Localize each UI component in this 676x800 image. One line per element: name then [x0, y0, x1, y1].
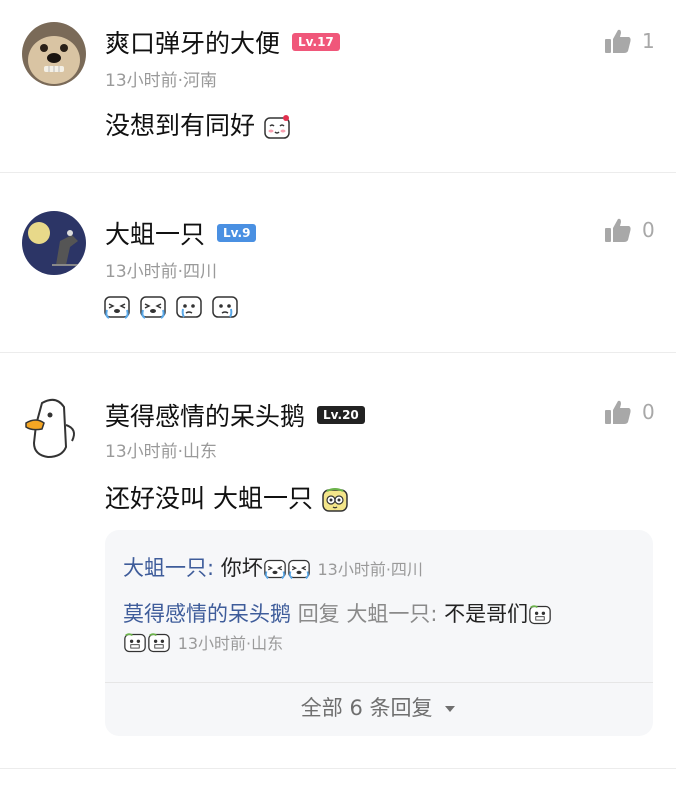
reply-item[interactable]: 莫得感情的呆头鹅 回复 大蛆一只: 不是哥们: [123, 598, 552, 628]
like-button[interactable]: 1: [604, 28, 655, 54]
comment-text: [103, 291, 239, 320]
username-text[interactable]: 莫得感情的呆头鹅: [105, 402, 305, 431]
username-text[interactable]: 爽口弹牙的大便: [105, 29, 280, 58]
grimace-sticker-icon: [148, 633, 170, 653]
view-all-replies-button[interactable]: 全部 6 条回复: [105, 692, 653, 722]
username-text[interactable]: 大蛆一只: [105, 220, 205, 249]
goofy-sticker-icon: [322, 488, 348, 512]
username[interactable]: 爽口弹牙的大便 Lv.17: [105, 24, 340, 60]
comment-meta: 13小时前·河南: [105, 71, 218, 91]
reply-meta: 13小时前·山东: [177, 634, 284, 653]
crying-sticker-icon: [263, 559, 286, 580]
caret-down-icon: [445, 706, 456, 712]
username[interactable]: 大蛆一只 Lv.9: [105, 215, 257, 251]
comment-text-content: 还好没叫 大蛆一只: [105, 484, 313, 513]
divider: [0, 768, 676, 769]
reply-item[interactable]: 大蛆一只: 你坏 13小时前·四川: [123, 552, 423, 582]
comment-meta: 13小时前·四川: [105, 262, 218, 282]
reply-target[interactable]: 大蛆一只:: [346, 602, 437, 626]
sad-sticker-icon: [176, 296, 202, 318]
reply-text: 不是哥们: [444, 602, 529, 626]
comment-item: 爽口弹牙的大便 Lv.17 13小时前·河南 没想到有同好 1: [0, 0, 676, 172]
comment-text: 还好没叫 大蛆一只: [105, 479, 349, 515]
avatar[interactable]: [22, 395, 86, 459]
blush-sticker-icon: [264, 115, 290, 139]
thumbs-up-icon: [605, 400, 631, 424]
like-count: 0: [642, 400, 655, 424]
grimace-sticker-icon: [529, 605, 551, 625]
reply-author[interactable]: 莫得感情的呆头鹅: [123, 602, 291, 626]
reply-author[interactable]: 大蛆一只:: [123, 556, 214, 580]
crying-sticker-icon: [104, 296, 130, 319]
level-badge: Lv.17: [292, 33, 340, 51]
comment-text-content: 没想到有同好: [105, 111, 256, 140]
reply-word: 回复: [297, 602, 340, 626]
divider: [105, 682, 653, 683]
comment-item: 大蛆一只 Lv.9 13小时前·四川 0: [0, 173, 676, 353]
comment-text: 没想到有同好: [105, 106, 291, 142]
like-count: 1: [642, 29, 655, 53]
grimace-sticker-icon: [124, 633, 146, 653]
reply-text: 你坏: [220, 556, 263, 580]
crying-sticker-icon: [287, 559, 310, 580]
sad-sticker-icon: [212, 296, 238, 318]
view-all-replies-label[interactable]: 全部 6 条回复: [301, 696, 433, 720]
avatar[interactable]: [22, 211, 86, 275]
reply-item-continued: 13小时前·山东: [123, 630, 283, 654]
level-badge: Lv.9: [217, 224, 257, 242]
thumbs-up-icon: [605, 218, 631, 242]
crying-sticker-icon: [140, 296, 166, 319]
level-badge: Lv.20: [317, 406, 365, 424]
like-button[interactable]: 0: [604, 399, 655, 425]
like-button[interactable]: 0: [604, 217, 655, 243]
thumbs-up-icon: [605, 29, 631, 53]
replies-panel: 大蛆一只: 你坏 13小时前·四川 莫得感情的呆头鹅 回复 大蛆一只: 不是哥们: [105, 530, 653, 736]
comment-meta: 13小时前·山东: [105, 442, 218, 462]
reply-meta: 13小时前·四川: [317, 560, 423, 579]
like-count: 0: [642, 218, 655, 242]
username[interactable]: 莫得感情的呆头鹅 Lv.20: [105, 397, 365, 433]
avatar[interactable]: [22, 22, 86, 86]
